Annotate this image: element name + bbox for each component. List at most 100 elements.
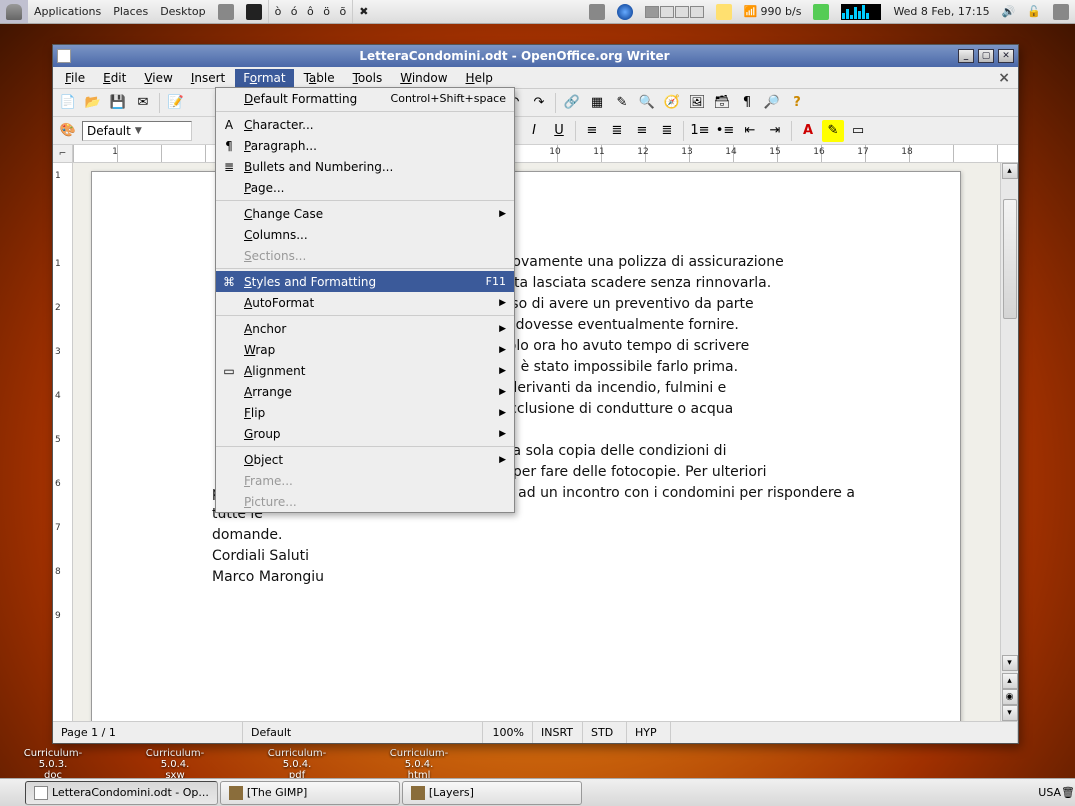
align-center-button[interactable]: ≣ [606,120,628,142]
align-left-button[interactable]: ≡ [581,120,603,142]
desktop-icon[interactable]: Curriculum-5.0.4. html [384,748,454,781]
bgcolor-button[interactable]: ▭ [847,120,869,142]
email-button[interactable]: ✉ [132,92,154,114]
panel-foot-menu[interactable] [0,0,28,23]
panel-volume[interactable]: 🔊 [996,0,1022,23]
menu-item-arrange[interactable]: Arrange▶ [216,381,514,402]
desktop-icon[interactable]: Curriculum-5.0.4. pdf [262,748,332,781]
new-button[interactable]: 📄 [57,92,79,114]
align-justify-button[interactable]: ≣ [656,120,678,142]
menu-format[interactable]: Format [235,69,293,87]
panel-workspaces[interactable] [639,0,710,23]
show-draw-button[interactable]: ✎ [611,92,633,114]
bullets-button[interactable]: •≡ [714,120,736,142]
menu-item-styles-and-formatting[interactable]: ⌘Styles and FormattingF11 [216,271,514,292]
panel-tray-globe[interactable] [611,0,639,23]
status-zoom[interactable]: 100% [483,722,533,743]
horizontal-ruler[interactable]: ⌐ 1 8910 111213 141516 1718 [53,145,1018,163]
panel-desktop[interactable]: Desktop [154,0,211,23]
prev-page-button[interactable]: ▴ [1002,673,1018,689]
navigator-button[interactable]: 🧭 [661,92,683,114]
document-line[interactable]: domande. [212,525,880,546]
minimize-button[interactable]: _ [958,49,974,63]
status-style[interactable]: Default [243,722,483,743]
paragraph-style-combo[interactable]: Default ▼ [82,121,192,141]
page-canvas[interactable]: di stipulare nuovamente una polizza di a… [73,163,1000,721]
status-page[interactable]: Page 1 / 1 [53,722,243,743]
document-close-button[interactable]: × [994,70,1014,86]
panel-launcher-terminal[interactable] [240,0,268,23]
font-color-button[interactable]: A [797,120,819,142]
panel-lock[interactable]: 🔓 [1021,0,1047,23]
next-page-button[interactable]: ▾ [1002,705,1018,721]
find-button[interactable]: 🔍 [636,92,658,114]
panel-applications[interactable]: Applications [28,0,107,23]
panel-launcher1[interactable] [212,0,240,23]
table-button[interactable]: ▦ [586,92,608,114]
panel-places[interactable]: Places [107,0,154,23]
decrease-indent-button[interactable]: ⇤ [739,120,761,142]
maximize-button[interactable]: ▢ [978,49,994,63]
menu-item-object[interactable]: Object▶ [216,449,514,470]
status-hyp[interactable]: HYP [627,722,671,743]
open-button[interactable]: 📂 [82,92,104,114]
menu-item-page[interactable]: Page... [216,177,514,198]
panel-sticky[interactable] [710,0,738,23]
document-line[interactable]: Cordiali Saluti [212,546,880,567]
menu-item-alignment[interactable]: ▭Alignment▶ [216,360,514,381]
panel-clock[interactable]: Wed 8 Feb, 17:15 [887,0,995,23]
panel-battery[interactable] [807,0,835,23]
gallery-button[interactable]: 🖼 [686,92,708,114]
styles-button[interactable]: 🎨 [57,120,79,142]
zoom-button[interactable]: 🔎 [761,92,783,114]
menu-table[interactable]: Table [296,69,343,87]
align-right-button[interactable]: ≡ [631,120,653,142]
italic-button[interactable]: I [523,120,545,142]
numbering-button[interactable]: 1≡ [689,120,711,142]
redo-button[interactable]: ↷ [528,92,550,114]
desktop-icon[interactable]: Curriculum-5.0.4. sxw [140,748,210,781]
titlebar[interactable]: LetteraCondomini.odt - OpenOffice.org Wr… [53,45,1018,67]
panel-logout[interactable] [1047,0,1075,23]
keyboard-indicator[interactable]: USA [1038,786,1061,799]
datasources-button[interactable]: 🗃 [711,92,733,114]
taskbar-button[interactable]: [Layers] [402,781,582,805]
nonprinting-button[interactable]: ¶ [736,92,758,114]
menu-item-group[interactable]: Group▶ [216,423,514,444]
status-insert[interactable]: INSRT [533,722,583,743]
taskbar-button[interactable]: LetteraCondomini.odt - Op... [25,781,218,805]
scroll-up-button[interactable]: ▴ [1002,163,1018,179]
menu-insert[interactable]: Insert [183,69,233,87]
panel-cancel-icon[interactable]: ✖ [353,0,374,23]
status-std[interactable]: STD [583,722,627,743]
menu-item-anchor[interactable]: Anchor▶ [216,318,514,339]
menu-item-default-formatting[interactable]: Default FormattingControl+Shift+space [216,88,514,109]
menu-item-change-case[interactable]: Change Case▶ [216,203,514,224]
menu-tools[interactable]: Tools [345,69,391,87]
nav-button[interactable]: ◉ [1002,689,1018,705]
menu-item-flip[interactable]: Flip▶ [216,402,514,423]
menu-item-columns[interactable]: Columns... [216,224,514,245]
hyperlink-button[interactable]: 🔗 [561,92,583,114]
menu-item-character[interactable]: ACharacter... [216,114,514,135]
menu-view[interactable]: View [136,69,180,87]
desktop-icon[interactable]: Curriculum-5.0.3. doc [18,748,88,781]
panel-monitor[interactable] [835,0,887,23]
menu-window[interactable]: Window [392,69,455,87]
taskbar-button[interactable]: [The GIMP] [220,781,400,805]
underline-button[interactable]: U [548,120,570,142]
menu-item-wrap[interactable]: Wrap▶ [216,339,514,360]
save-button[interactable]: 💾 [107,92,129,114]
highlight-button[interactable]: ✎ [822,120,844,142]
panel-tray1[interactable] [583,0,611,23]
menu-file[interactable]: File [57,69,93,87]
scroll-down-button[interactable]: ▾ [1002,655,1018,671]
trash-button[interactable]: 🗑 [1061,786,1075,799]
close-button[interactable]: ✕ [998,49,1014,63]
vertical-scrollbar[interactable]: ▴ ▾ ▴ ◉ ▾ [1000,163,1018,721]
menu-item-autoformat[interactable]: AutoFormat▶ [216,292,514,313]
scroll-thumb[interactable] [1003,199,1017,319]
menu-help[interactable]: Help [458,69,501,87]
document-line[interactable]: Marco Marongiu [212,567,880,588]
edit-file-button[interactable]: 📝 [165,92,187,114]
